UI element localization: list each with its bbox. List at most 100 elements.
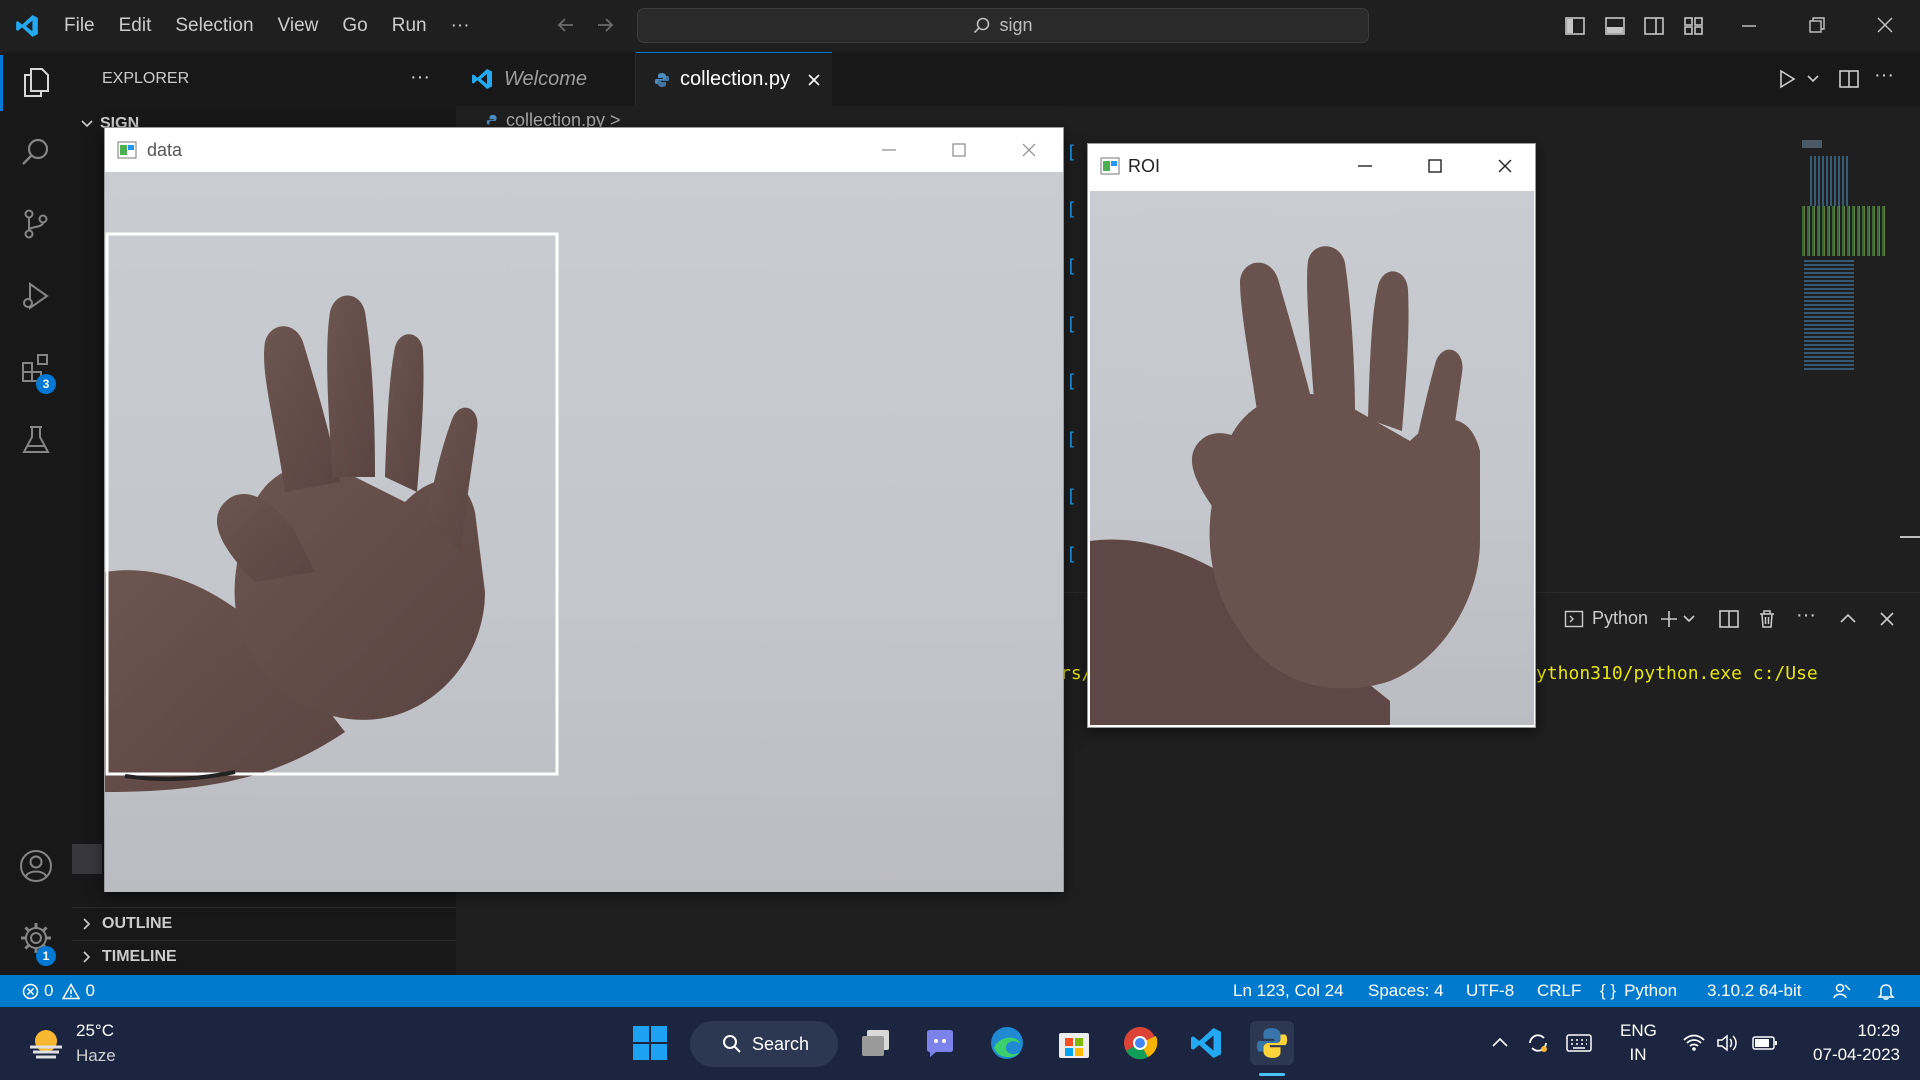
terminal-name: Python <box>1592 608 1649 628</box>
minimize-icon[interactable] <box>859 128 919 172</box>
warning-icon <box>62 982 81 1000</box>
data-window-title: data <box>147 139 183 160</box>
clock-date[interactable]: 07-04-2023 <box>1780 1045 1900 1065</box>
data-window[interactable]: data <box>104 127 1064 892</box>
menu-selection[interactable]: Selection <box>175 15 253 37</box>
explorer-more-button[interactable]: ··· <box>410 66 430 89</box>
menu-more[interactable]: ··· <box>451 15 470 37</box>
battery-icon[interactable] <box>1752 1035 1778 1051</box>
roi-window[interactable]: ROI <box>1087 143 1536 728</box>
outline-section[interactable]: OUTLINE <box>72 907 456 939</box>
keyboard-icon[interactable] <box>1566 1033 1592 1053</box>
data-window-titlebar[interactable]: data <box>105 128 1063 172</box>
new-terminal-icon[interactable] <box>1658 608 1680 630</box>
split-terminal-icon[interactable] <box>1718 608 1740 630</box>
split-editor-icon[interactable] <box>1838 68 1860 90</box>
weather-temp[interactable]: 25°C <box>76 1021 114 1041</box>
python-taskbar-icon[interactable] <box>1250 1021 1294 1065</box>
close-panel-icon[interactable] <box>1876 608 1898 630</box>
menu-edit[interactable]: Edit <box>119 15 152 37</box>
app-icon <box>1100 157 1120 175</box>
menu-file[interactable]: File <box>64 15 95 37</box>
minimize-icon[interactable] <box>1335 144 1395 188</box>
timeline-section[interactable]: TIMELINE <box>72 940 456 972</box>
search-icon[interactable] <box>0 122 72 182</box>
start-windows-icon[interactable] <box>628 1021 672 1065</box>
encoding[interactable]: UTF-8 <box>1466 975 1514 1007</box>
editor-more-icon[interactable]: ··· <box>1874 64 1894 87</box>
problems-indicator[interactable]: 0 0 <box>22 975 95 1007</box>
forward-arrow-icon[interactable] <box>594 14 616 36</box>
run-debug-icon[interactable] <box>0 266 72 326</box>
accounts-icon[interactable] <box>0 836 72 896</box>
menu-view[interactable]: View <box>278 15 319 37</box>
settings-gear-icon[interactable]: 1 <box>0 908 72 968</box>
restore-icon[interactable] <box>1806 14 1828 36</box>
wifi-icon[interactable] <box>1682 1033 1706 1053</box>
edge-browser-icon[interactable] <box>985 1021 1029 1065</box>
maximize-icon[interactable] <box>929 128 989 172</box>
customize-layout-icon[interactable] <box>1683 15 1705 37</box>
minimap[interactable] <box>1790 140 1890 380</box>
chevron-up-icon[interactable] <box>1490 1033 1510 1053</box>
maximize-icon[interactable] <box>1405 144 1465 188</box>
cursor-position[interactable]: Ln 123, Col 24 <box>1233 975 1344 1007</box>
toggle-panel-icon[interactable] <box>1604 15 1626 37</box>
back-arrow-icon[interactable] <box>555 14 577 36</box>
testing-icon[interactable] <box>0 410 72 470</box>
language-mode[interactable]: { } Python <box>1600 975 1677 1007</box>
tab-welcome[interactable]: Welcome <box>456 52 636 106</box>
live-share-icon[interactable] <box>1832 975 1852 1007</box>
terminal-selector[interactable]: Python <box>1564 608 1648 629</box>
close-icon[interactable] <box>1475 144 1535 188</box>
tab-collection-py[interactable]: collection.py <box>636 52 832 106</box>
panel-more-icon[interactable]: ··· <box>1796 604 1816 627</box>
indentation[interactable]: Spaces: 4 <box>1368 975 1444 1007</box>
app-icon <box>117 141 137 159</box>
sync-icon[interactable] <box>1526 1031 1550 1055</box>
command-center[interactable]: sign <box>637 8 1369 43</box>
braces-icon: { } <box>1600 981 1617 1000</box>
clock-time[interactable]: 10:29 <box>1800 1021 1900 1041</box>
menu-run[interactable]: Run <box>392 15 427 37</box>
source-control-icon[interactable] <box>0 194 72 254</box>
roi-feed <box>1090 191 1534 725</box>
notifications-bell-icon[interactable] <box>1876 975 1896 1007</box>
editor-tabs: Welcome collection.py ··· <box>456 52 1920 106</box>
error-icon <box>22 983 39 1000</box>
extensions-icon[interactable]: 3 <box>0 338 72 398</box>
chevron-down-icon[interactable] <box>1806 72 1820 86</box>
weather-haze-icon[interactable] <box>26 1023 66 1063</box>
selected-file-row[interactable] <box>72 844 102 874</box>
timeline-label: TIMELINE <box>102 947 177 965</box>
roi-window-title: ROI <box>1128 155 1161 176</box>
volume-icon[interactable] <box>1716 1033 1740 1053</box>
toggle-sidebar-icon[interactable] <box>1564 15 1586 37</box>
python-file-icon <box>486 114 500 128</box>
weather-condition[interactable]: Haze <box>76 1046 116 1066</box>
close-tab-icon[interactable] <box>806 72 822 88</box>
teams-chat-icon[interactable] <box>918 1021 962 1065</box>
close-window-icon[interactable] <box>1874 14 1896 36</box>
menu-go[interactable]: Go <box>342 15 367 37</box>
explorer-icon[interactable] <box>0 52 72 112</box>
maximize-panel-icon[interactable] <box>1837 608 1859 630</box>
chrome-browser-icon[interactable] <box>1118 1021 1162 1065</box>
vscode-logo-icon <box>14 13 40 39</box>
end-of-line[interactable]: CRLF <box>1537 975 1581 1007</box>
microsoft-store-icon[interactable] <box>1052 1021 1096 1065</box>
language-eng[interactable]: ENG <box>1620 1021 1657 1041</box>
taskbar-search[interactable]: Search <box>690 1021 838 1067</box>
roi-window-titlebar[interactable]: ROI <box>1088 144 1535 188</box>
toggle-secondary-sidebar-icon[interactable] <box>1643 15 1665 37</box>
chevron-down-icon[interactable] <box>1682 612 1696 626</box>
close-icon[interactable] <box>999 128 1059 172</box>
run-file-icon[interactable] <box>1776 68 1798 90</box>
language-in[interactable]: IN <box>1620 1045 1656 1065</box>
python-interpreter[interactable]: 3.10.2 64-bit <box>1707 975 1802 1007</box>
hand-roi-image <box>1090 246 1480 725</box>
trash-icon[interactable] <box>1756 608 1778 630</box>
minimize-icon[interactable] <box>1738 14 1760 36</box>
vscode-taskbar-icon[interactable] <box>1184 1021 1228 1065</box>
task-view-icon[interactable] <box>854 1021 898 1065</box>
